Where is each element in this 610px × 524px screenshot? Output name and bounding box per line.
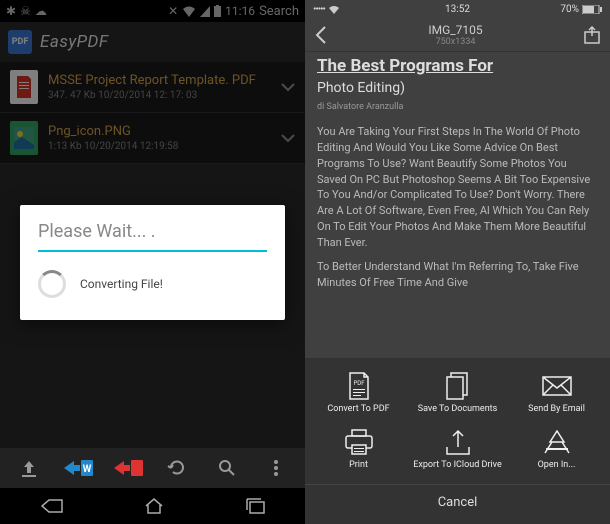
android-nav xyxy=(0,488,305,524)
article-paragraph: You Are Taking Your First Steps In The W… xyxy=(317,124,598,252)
ios-statusbar: ••••• 13:52 70% xyxy=(305,0,610,18)
home-nav-button[interactable] xyxy=(144,498,164,514)
article-paragraph: To Better Understand What I'm Referring … xyxy=(317,259,598,291)
export-pdf-button[interactable] xyxy=(108,450,148,486)
convert-pdf-button[interactable]: PDF Convert To PDF xyxy=(309,368,408,418)
back-nav-button[interactable] xyxy=(41,498,63,514)
action-label: Send By Email xyxy=(528,404,585,414)
wifi-icon xyxy=(328,5,340,14)
dialog-divider xyxy=(38,250,267,252)
header-subtitle: 750x1334 xyxy=(428,37,482,47)
header-title: IMG_7105 xyxy=(428,23,482,37)
article-content: The Best Programs For Photo Editing) di … xyxy=(305,52,610,335)
ios-screen: ••••• 13:52 70% IMG_7105 750x1 xyxy=(305,0,610,524)
dialog-overlay: Please Wait... . Converting File! xyxy=(0,0,305,524)
search-button[interactable] xyxy=(207,450,247,486)
article-body: You Are Taking Your First Steps In The W… xyxy=(317,124,598,291)
svg-text:W: W xyxy=(83,464,92,475)
app-store-icon xyxy=(544,428,570,456)
share-button[interactable] xyxy=(584,26,600,44)
refresh-button[interactable] xyxy=(157,450,197,486)
action-label: Save To Documents xyxy=(418,404,498,414)
svg-text:PDF: PDF xyxy=(353,380,365,387)
wait-dialog: Please Wait... . Converting File! xyxy=(20,205,285,320)
recent-nav-button[interactable] xyxy=(245,498,265,514)
signal-dots-icon: ••••• xyxy=(313,4,325,15)
export-word-button[interactable]: W xyxy=(58,450,98,486)
upload-button[interactable] xyxy=(9,450,49,486)
cancel-button[interactable]: Cancel xyxy=(305,484,610,510)
article-author: di Salvatore Aranzulla xyxy=(317,101,598,114)
action-label: Convert To PDF xyxy=(327,404,389,414)
status-time: 13:52 xyxy=(445,4,470,15)
back-button[interactable] xyxy=(315,26,327,44)
android-screen: ✱ ☠ ☁ ✕ 11:16 Search PDF EasyPDF xyxy=(0,0,305,524)
dialog-message: Converting File! xyxy=(80,277,163,291)
pdf-icon: PDF xyxy=(347,372,371,400)
article-title: The Best Programs For xyxy=(317,56,598,76)
action-label: Print xyxy=(349,460,368,470)
printer-icon xyxy=(345,428,373,456)
dialog-title: Please Wait... . xyxy=(38,221,267,242)
action-sheet: PDF Convert To PDF Save To Documents Sen… xyxy=(305,358,610,524)
ios-header: IMG_7105 750x1334 xyxy=(305,18,610,52)
export-icloud-button[interactable]: Export To ICloud Drive xyxy=(408,424,507,474)
battery-percent: 70% xyxy=(560,4,579,15)
more-button[interactable] xyxy=(256,450,296,486)
send-email-button[interactable]: Send By Email xyxy=(507,368,606,418)
email-icon xyxy=(542,372,572,400)
article-subtitle: Photo Editing) xyxy=(317,78,598,98)
spinner-icon xyxy=(38,270,66,298)
action-label: Open In... xyxy=(538,460,576,470)
header-title-wrap: IMG_7105 750x1334 xyxy=(428,23,482,47)
battery-icon xyxy=(582,5,602,14)
documents-icon xyxy=(445,372,471,400)
open-in-button[interactable]: Open In... xyxy=(507,424,606,474)
upload-icon xyxy=(446,428,470,456)
bottom-toolbar: W xyxy=(0,448,305,488)
action-label: Export To ICloud Drive xyxy=(413,460,501,470)
print-button[interactable]: Print xyxy=(309,424,408,474)
save-documents-button[interactable]: Save To Documents xyxy=(408,368,507,418)
